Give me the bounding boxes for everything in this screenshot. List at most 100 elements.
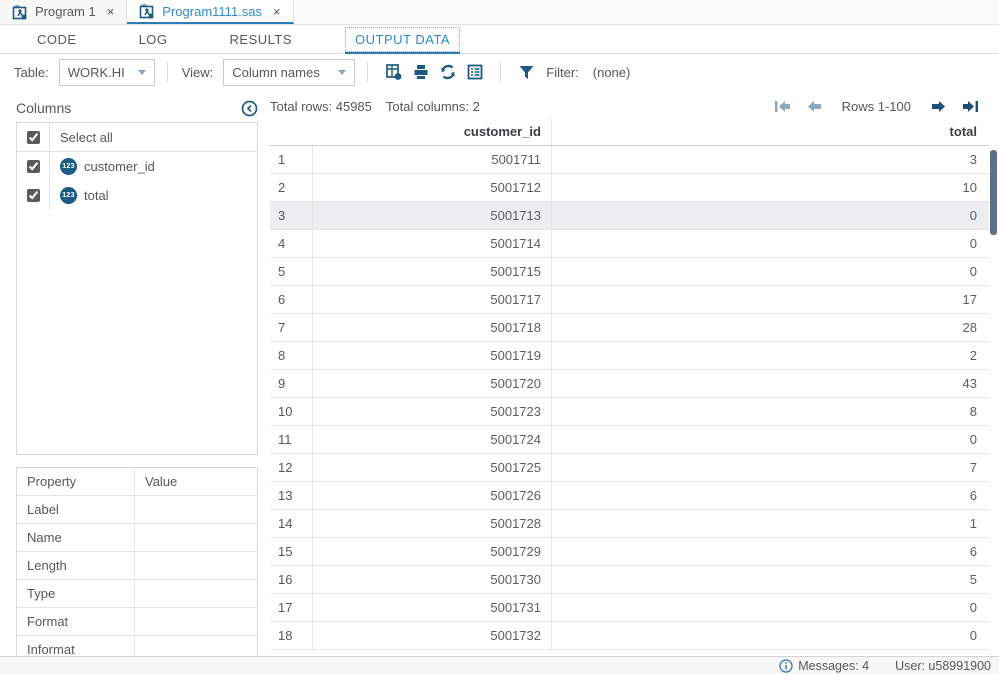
tab-log[interactable]: LOG (130, 28, 177, 51)
file-tab-program-1[interactable]: Program 1 × (0, 0, 128, 24)
property-row: Name (17, 524, 257, 552)
printer-icon (414, 65, 428, 79)
table-row[interactable]: 2 5001712 10 (270, 174, 989, 202)
column-checkbox[interactable] (26, 189, 40, 202)
row-number-cell: 12 (270, 454, 313, 481)
table-row[interactable]: 4 5001714 0 (270, 230, 989, 258)
status-bar: Messages: 4 User: u58991900 (0, 656, 999, 674)
sas-program-icon (12, 4, 27, 19)
file-tab-bar: Program 1 × Program1111.sas × (0, 0, 999, 25)
table-row[interactable]: 15 5001729 6 (270, 538, 989, 566)
grid-info-bar: Total rows: 45985 Total columns: 2 Rows … (270, 95, 989, 118)
select-all-label: Select all (60, 129, 113, 145)
total-cell: 7 (969, 460, 977, 475)
customer-id-cell: 5001719 (313, 342, 552, 369)
row-number-cell: 4 (270, 230, 313, 257)
table-row[interactable]: 17 5001731 0 (270, 594, 989, 622)
row-number-cell: 1 (270, 146, 313, 173)
total-cell: 0 (969, 600, 977, 615)
value-header: Value (145, 474, 178, 489)
close-icon[interactable]: × (107, 4, 115, 19)
table-row[interactable]: 5 5001715 0 (270, 258, 989, 286)
row-number-header (270, 118, 313, 145)
table-row[interactable]: 16 5001730 5 (270, 566, 989, 594)
table-row[interactable]: 13 5001726 6 (270, 482, 989, 510)
row-number-cell: 18 (270, 622, 313, 649)
table-row[interactable]: 8 5001719 2 (270, 342, 989, 370)
total-rows-label: Total rows: 45985 (270, 99, 372, 114)
last-page-button[interactable] (962, 100, 979, 113)
table-row[interactable]: 1 5001711 3 (270, 146, 989, 174)
messages-status[interactable]: Messages: 4 (779, 659, 869, 673)
print-button[interactable] (407, 60, 434, 84)
filter-funnel-icon (519, 65, 534, 79)
total-cell: 43 (962, 376, 977, 391)
first-page-button[interactable] (774, 100, 791, 113)
customer-id-cell: 5001724 (313, 426, 552, 453)
chevron-down-icon (338, 69, 347, 75)
row-number-cell: 11 (270, 426, 313, 453)
chevron-down-icon (137, 69, 146, 75)
table-row[interactable]: 14 5001728 1 (270, 510, 989, 538)
customer-id-cell: 5001732 (313, 622, 552, 649)
total-cell: 6 (969, 488, 977, 503)
vertical-scrollbar[interactable] (990, 147, 997, 647)
select-all-checkbox[interactable] (26, 130, 40, 144)
tab-results[interactable]: RESULTS (221, 28, 302, 51)
next-page-icon (932, 101, 945, 112)
table-row[interactable]: 11 5001724 0 (270, 426, 989, 454)
user-label: User: u58991900 (895, 658, 991, 673)
property-name: Length (17, 552, 135, 579)
tab-output-data[interactable]: OUTPUT DATA (345, 26, 461, 55)
view-select[interactable]: Column names (223, 58, 356, 86)
next-page-button[interactable] (931, 100, 946, 113)
collapse-panel-icon[interactable] (241, 100, 258, 117)
columns-items: 123 customer_id 123 total (17, 152, 257, 210)
property-name: Informat (17, 636, 135, 658)
total-cell: 17 (962, 292, 977, 307)
table-row[interactable]: 12 5001725 7 (270, 454, 989, 482)
refresh-button[interactable] (434, 60, 461, 84)
column-details-button[interactable] (461, 60, 488, 84)
table-row[interactable]: 7 5001718 28 (270, 314, 989, 342)
column-item-total[interactable]: 123 total (17, 181, 257, 210)
table-select-value: WORK.HI (67, 64, 125, 80)
customer-id-cell: 5001729 (313, 538, 552, 565)
filter-button[interactable] (513, 60, 540, 84)
table-row[interactable]: 10 5001723 8 (270, 398, 989, 426)
close-icon[interactable]: × (273, 4, 281, 19)
messages-label: Messages: 4 (798, 658, 870, 673)
customer-id-header[interactable]: customer_id (313, 118, 552, 145)
table-row[interactable]: 18 5001732 0 (270, 622, 989, 650)
customer-id-cell: 5001728 (313, 510, 552, 537)
scrollbar-thumb[interactable] (990, 150, 997, 235)
numeric-column-icon: 123 (60, 158, 77, 175)
previous-page-icon (807, 101, 821, 112)
table-row[interactable]: 9 5001720 43 (270, 370, 989, 398)
column-item-customer_id[interactable]: 123 customer_id (17, 152, 257, 181)
data-table-body: 1 5001711 3 2 5001712 10 3 5001713 0 4 5001714 0 5 50… (270, 146, 989, 650)
customer-id-cell: 5001720 (313, 370, 552, 397)
total-header[interactable]: total (552, 124, 989, 139)
total-cell: 6 (969, 544, 977, 559)
tab-code[interactable]: CODE (28, 28, 86, 51)
sas-studio-app: Program 1 × Program1111.sas × CODE LOG R… (0, 0, 999, 674)
properties-panel: Property Value Label Name Length Type Format… (16, 467, 258, 658)
details-list-icon (467, 64, 483, 80)
properties-header-row: Property Value (17, 468, 257, 496)
table-select[interactable]: WORK.HI (58, 58, 155, 86)
toolbar-divider (166, 62, 168, 82)
table-label: Table: (14, 64, 49, 80)
select-all-row[interactable]: Select all (17, 123, 257, 152)
table-row[interactable]: 3 5001713 0 (270, 202, 989, 230)
row-number-cell: 2 (270, 174, 313, 201)
file-tab-program1111[interactable]: Program1111.sas × (127, 0, 294, 24)
view-label: View: (181, 64, 214, 80)
table-row[interactable]: 6 5001717 17 (270, 286, 989, 314)
column-checkbox[interactable] (26, 160, 40, 173)
property-header: Property (17, 468, 135, 495)
toolbar-divider (500, 62, 502, 82)
previous-page-button[interactable] (807, 100, 822, 113)
total-cell: 8 (969, 404, 977, 419)
column-options-button[interactable] (380, 60, 407, 84)
